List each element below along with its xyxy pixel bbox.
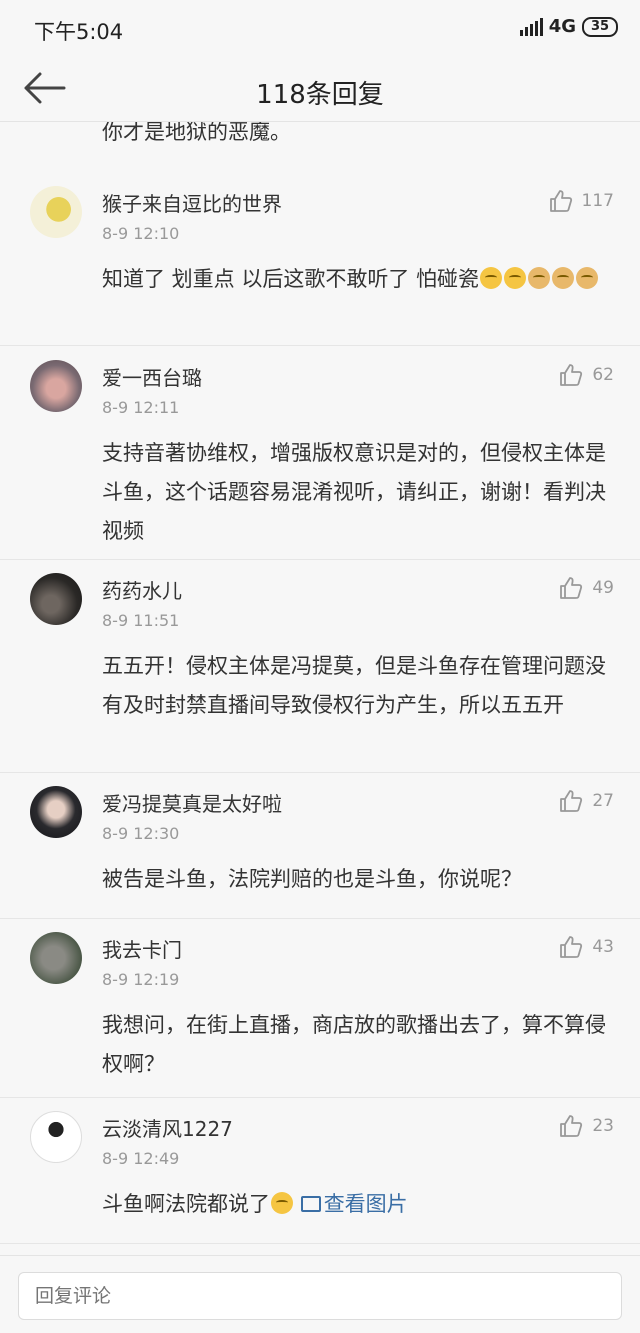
signal-icon: [519, 17, 543, 36]
comment-time: 8-9 11:51: [102, 611, 180, 630]
status-bar: 下午5:04 4G 35: [0, 0, 640, 58]
user-name[interactable]: 猴子来自逗比的世界: [102, 188, 282, 217]
reply-input[interactable]: [18, 1272, 622, 1320]
laugh-cry-emoji-icon: [271, 1192, 293, 1214]
avatar[interactable]: [30, 932, 82, 984]
comment-item: 猴子来自逗比的世界 8-9 12:10 117 知道了 划重点 以后这歌不敢听了…: [0, 186, 640, 346]
like-button[interactable]: 23: [558, 1113, 614, 1139]
status-indicators: 4G 35: [519, 16, 618, 37]
status-time: 下午5:04: [34, 20, 124, 44]
avatar[interactable]: [30, 786, 82, 838]
avatar[interactable]: [30, 186, 82, 238]
like-count: 27: [592, 791, 614, 811]
thumbs-up-icon: [560, 1115, 583, 1137]
doge-emoji-icon: [528, 267, 551, 289]
like-count: 49: [592, 578, 614, 598]
comment-time: 8-9 12:19: [102, 970, 180, 989]
like-count: 23: [592, 1116, 614, 1136]
laugh-cry-emoji-icon: [480, 267, 503, 289]
nav-bar: 118条回复: [0, 58, 640, 122]
avatar[interactable]: [30, 1111, 82, 1163]
comment-item: 爱一西台璐 8-9 12:11 62 支持音著协维权，增强版权意识是对的，但侵权…: [0, 360, 640, 560]
like-count: 43: [592, 937, 614, 957]
network-label: 4G: [548, 16, 576, 37]
comment-text: 斗鱼啊法院都说了 查看图片: [102, 1185, 616, 1224]
doge-emoji-icon: [576, 267, 599, 289]
comment-item: 爱冯提莫真是太好啦 8-9 12:30 27 被告是斗鱼，法院判赔的也是斗鱼，你…: [0, 786, 640, 919]
user-name[interactable]: 药药水儿: [102, 575, 182, 604]
thumbs-up-icon: [560, 577, 583, 599]
like-count: 117: [581, 191, 614, 211]
like-button[interactable]: 27: [558, 788, 614, 814]
comment-body: 斗鱼啊法院都说了: [102, 1192, 270, 1216]
comment-text: 知道了 划重点 以后这歌不敢听了 怕碰瓷: [102, 260, 616, 299]
comment-text: 我想问，在街上直播，商店放的歌播出去了，算不算侵权啊？: [102, 1013, 606, 1076]
thumbs-up-icon: [560, 790, 583, 812]
comment-list[interactable]: 你才是地狱的恶魔。 猴子来自逗比的世界 8-9 12:10 117 知道了 划重…: [0, 122, 640, 1255]
comment-time: 8-9 12:11: [102, 398, 180, 417]
thumbs-up-icon: [560, 936, 583, 958]
like-button[interactable]: 43: [558, 934, 614, 960]
page-title: 118条回复: [256, 80, 384, 110]
battery-icon: 35: [582, 16, 618, 37]
laugh-cry-emoji-icon: [504, 267, 527, 289]
comment-item: 云淡清风1227 8-9 12:49 23 斗鱼啊法院都说了 查看图片: [0, 1111, 640, 1244]
like-button[interactable]: 117: [548, 188, 614, 214]
comment-item: 药药水儿 8-9 11:51 49 五五开！侵权主体是冯提莫，但是斗鱼存在管理问…: [0, 573, 640, 773]
avatar[interactable]: [30, 360, 82, 412]
like-button[interactable]: 62: [558, 362, 614, 388]
comment-time: 8-9 12:10: [102, 224, 180, 243]
like-count: 62: [592, 365, 614, 385]
view-image-link[interactable]: 查看图片: [300, 1192, 408, 1216]
comment-body: 知道了 划重点 以后这歌不敢听了 怕碰瓷: [102, 267, 480, 291]
comment-text: 支持音著协维权，增强版权意识是对的，但侵权主体是斗鱼，这个话题容易混淆视听，请纠…: [102, 441, 606, 543]
comment-item: 我去卡门 8-9 12:19 43 我想问，在街上直播，商店放的歌播出去了，算不…: [0, 932, 640, 1098]
user-name[interactable]: 爱冯提莫真是太好啦: [102, 788, 282, 817]
user-name[interactable]: 云淡清风1227: [102, 1113, 233, 1142]
image-icon: [300, 1196, 321, 1212]
user-name[interactable]: 我去卡门: [102, 934, 182, 963]
user-name[interactable]: 爱一西台璐: [102, 362, 202, 391]
comment-text: 五五开！侵权主体是冯提莫，但是斗鱼存在管理问题没有及时封禁直播间导致侵权行为产生…: [102, 654, 606, 717]
cut-off-comment-text: 你才是地狱的恶魔。: [102, 122, 291, 144]
doge-emoji-icon: [552, 267, 575, 289]
comment-text: 被告是斗鱼，法院判赔的也是斗鱼，你说呢？: [102, 867, 522, 891]
reply-bar: [0, 1255, 640, 1333]
comment-time: 8-9 12:49: [102, 1149, 180, 1168]
avatar[interactable]: [30, 573, 82, 625]
thumbs-up-icon: [560, 364, 583, 386]
thumbs-up-icon: [549, 190, 572, 212]
comment-time: 8-9 12:30: [102, 824, 180, 843]
like-button[interactable]: 49: [558, 575, 614, 601]
view-image-label: 查看图片: [323, 1192, 408, 1216]
